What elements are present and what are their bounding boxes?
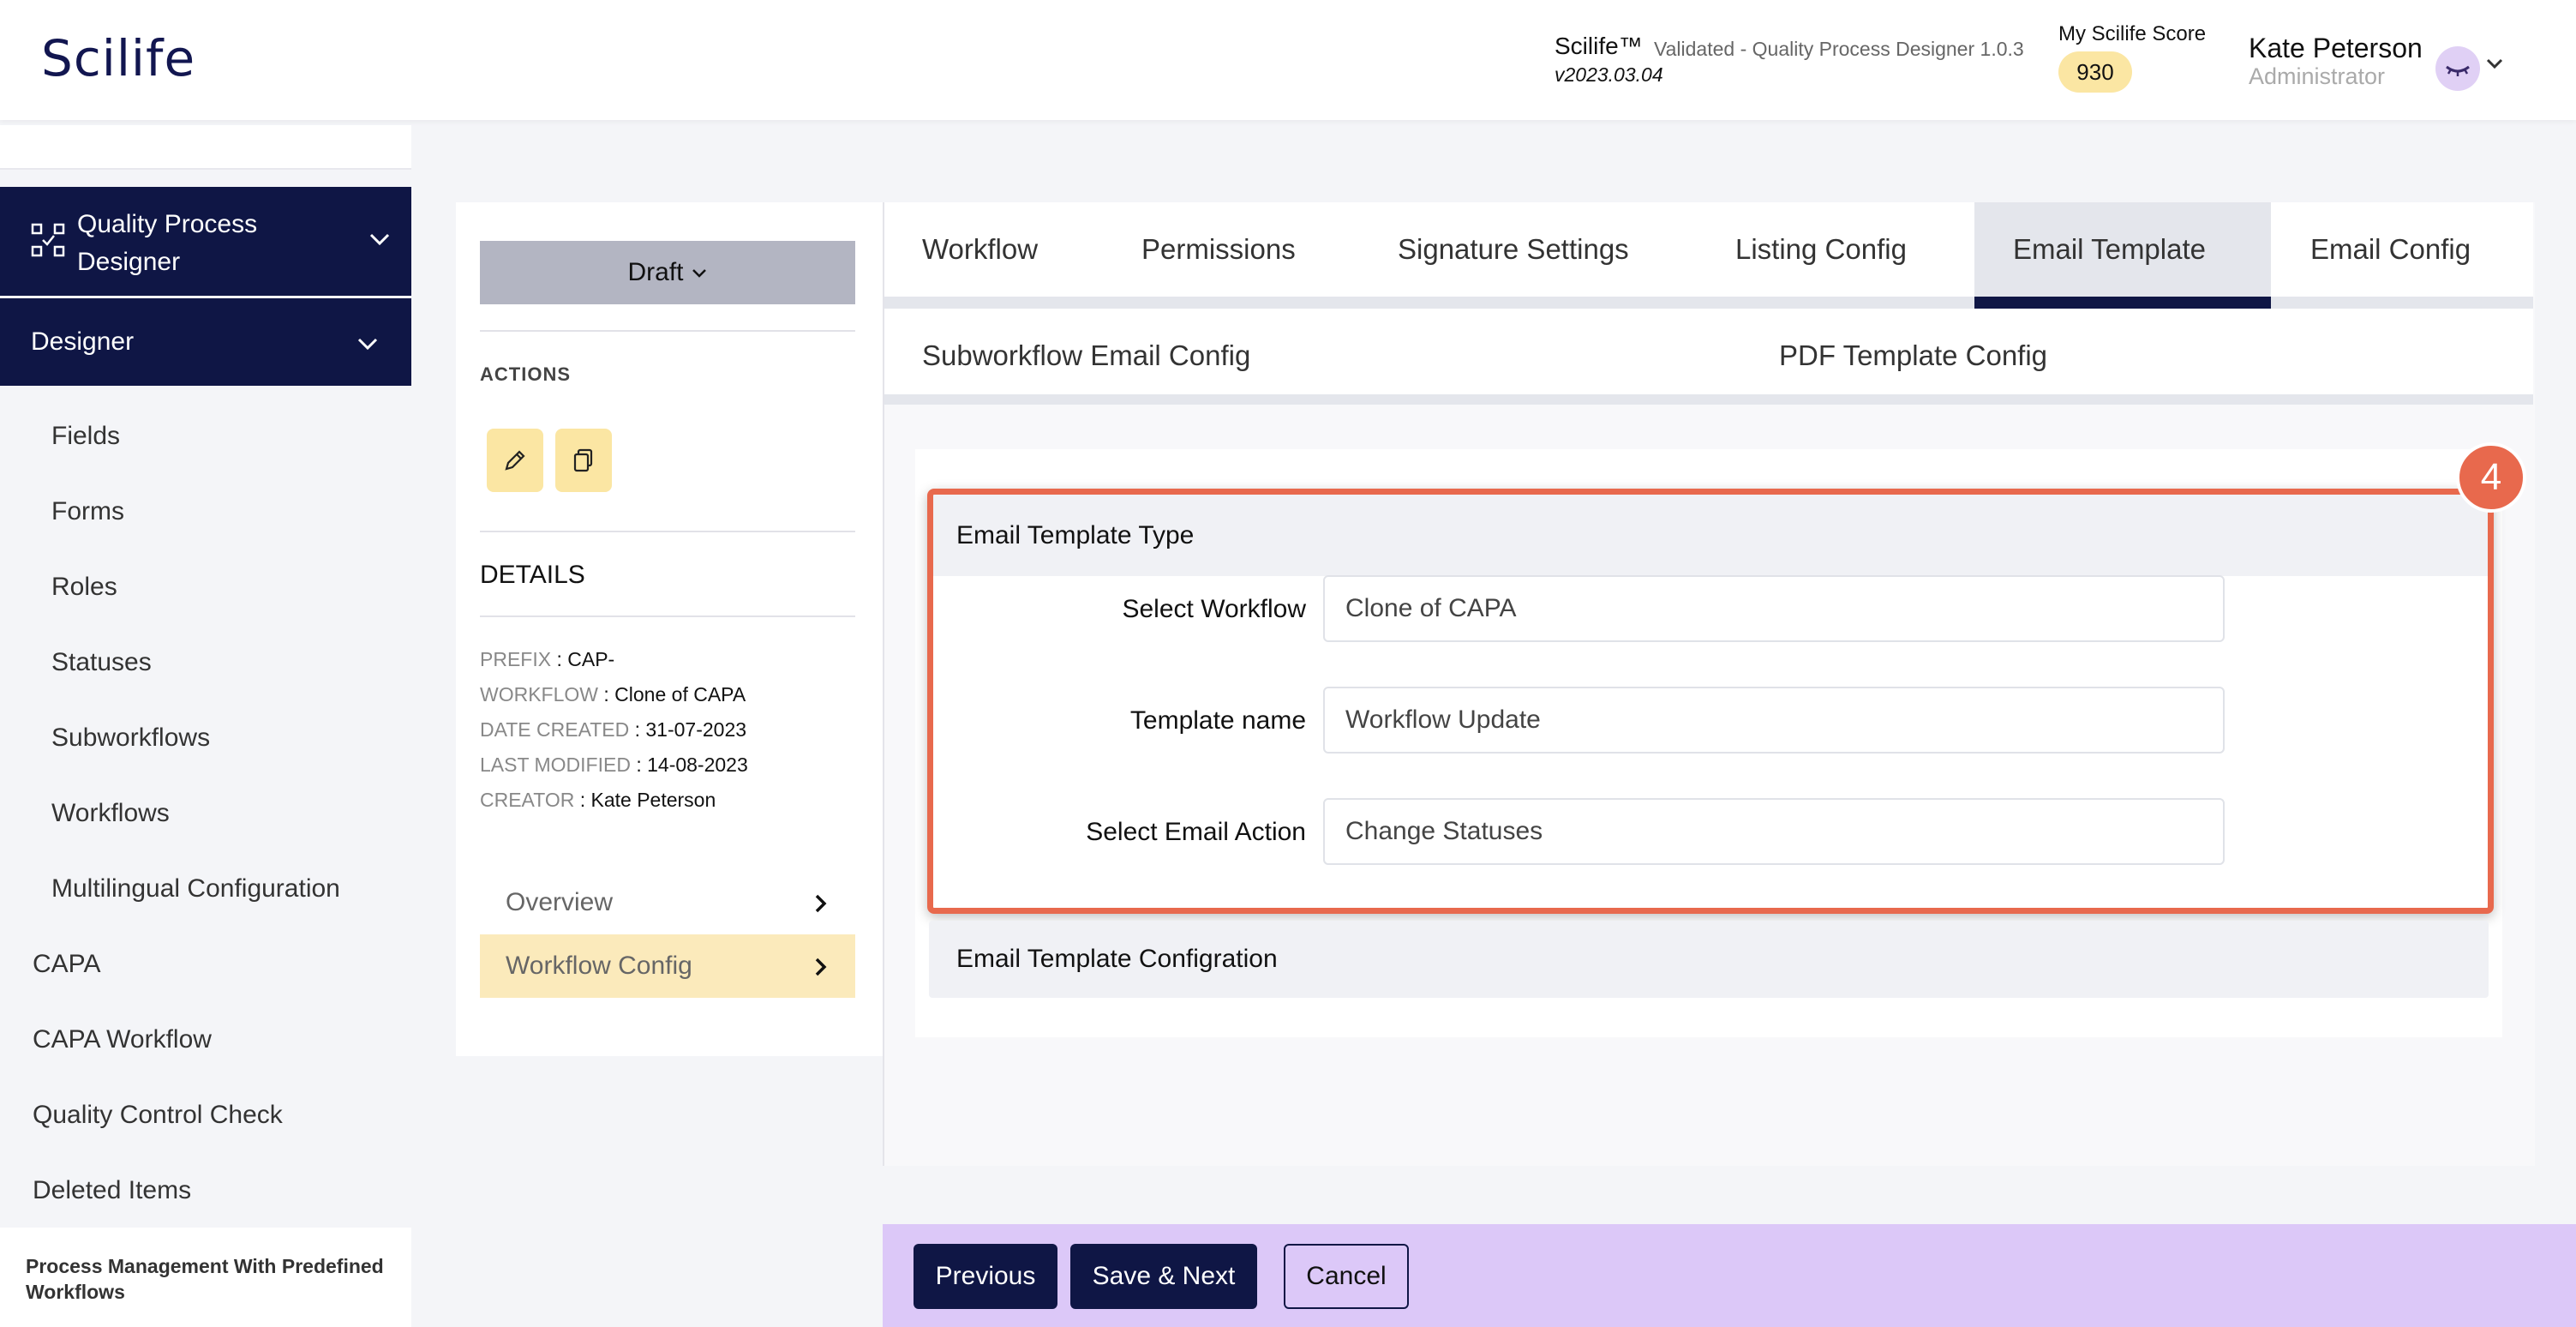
highlight-box (927, 489, 2494, 914)
details-heading: DETAILS (480, 561, 585, 589)
eye-icon (2446, 65, 2470, 76)
tab-signature-settings[interactable]: Signature Settings (1398, 233, 1629, 266)
sidebar-item-capa-workflow[interactable]: CAPA Workflow (33, 1025, 212, 1054)
sidebar-section-designer[interactable]: Designer (0, 298, 411, 386)
active-tab-indicator (1974, 297, 2271, 309)
detail-workflow: WORKFLOW : Clone of CAPA (480, 683, 746, 706)
nav-item-label: Overview (506, 888, 614, 916)
app-name: Scilife™ (1555, 33, 1643, 59)
detail-key: WORKFLOW (480, 683, 598, 706)
avatar[interactable] (2435, 46, 2480, 91)
user-role: Administrator (2249, 63, 2386, 89)
sidebar-item-workflows[interactable]: Workflows (51, 799, 170, 828)
chevron-down-icon[interactable] (2485, 57, 2504, 70)
sidebar-item-statuses[interactable]: Statuses (51, 648, 152, 677)
email-template-configuration-title: Email Template Configration (956, 945, 1278, 973)
pencil-icon (505, 450, 525, 471)
tabs-underline (884, 297, 2533, 309)
sidebar-footer: Process Management With Predefined Workf… (0, 1228, 411, 1327)
edit-button[interactable] (487, 429, 543, 492)
status-dropdown[interactable]: Draft (480, 241, 855, 304)
app-validated-label: Validated - Quality Process Designer 1.0… (1654, 38, 2024, 60)
sidebar-item-subworkflows[interactable]: Subworkflows (51, 724, 210, 753)
tab-permissions[interactable]: Permissions (1141, 233, 1296, 266)
actions-heading: ACTIONS (480, 363, 571, 385)
detail-key: CREATOR (480, 789, 575, 811)
detail-last-modified: LAST MODIFIED : 14-08-2023 (480, 754, 748, 776)
score-label: My Scilife Score (2058, 22, 2207, 45)
step-badge: 4 (2456, 442, 2526, 513)
sidebar-item-forms[interactable]: Forms (51, 497, 124, 526)
detail-creator: CREATOR : Kate Peterson (480, 789, 716, 811)
sidebar-item-capa[interactable]: CAPA (33, 950, 100, 979)
scilife-logo[interactable]: Scilife (41, 29, 195, 87)
user-name[interactable]: Kate Peterson (2249, 33, 2423, 64)
detail-prefix: PREFIX : CAP- (480, 648, 615, 670)
detail-key: LAST MODIFIED (480, 754, 631, 776)
nav-item-overview[interactable]: Overview (480, 871, 855, 934)
score-badge[interactable]: 930 (2058, 51, 2132, 93)
nav-item-workflow-config[interactable]: Workflow Config (480, 934, 855, 998)
detail-value: CAP- (567, 648, 615, 670)
tab-listing-config[interactable]: Listing Config (1735, 233, 1907, 266)
detail-value: Clone of CAPA (614, 683, 746, 706)
tab-subworkflow-email-config[interactable]: Subworkflow Email Config (922, 339, 1250, 372)
detail-value: 31-07-2023 (645, 718, 747, 741)
sidebar-item-roles[interactable]: Roles (51, 573, 117, 602)
status-label: Draft (627, 258, 684, 286)
copy-icon (573, 448, 593, 472)
sidebar-search-area (0, 125, 411, 170)
divider (480, 531, 855, 532)
detail-key: DATE CREATED (480, 718, 630, 741)
save-next-button[interactable]: Save & Next (1070, 1244, 1257, 1309)
copy-button[interactable] (555, 429, 612, 492)
app-version: v2023.03.04 (1555, 63, 1663, 86)
chevron-down-icon (357, 338, 378, 351)
previous-button[interactable]: Previous (914, 1244, 1057, 1309)
chevron-right-icon (815, 958, 827, 976)
detail-key: PREFIX (480, 648, 552, 670)
tabs-bar (884, 202, 2533, 309)
chevron-right-icon (815, 894, 827, 913)
sidebar-section-label: Designer (31, 327, 135, 356)
tab-workflow[interactable]: Workflow (922, 233, 1038, 266)
tab-email-template[interactable]: Email Template (2013, 233, 2206, 266)
tab-pdf-template-config[interactable]: PDF Template Config (1779, 339, 2047, 372)
sidebar-item-fields[interactable]: Fields (51, 422, 120, 451)
top-header (0, 0, 2576, 120)
divider (480, 330, 855, 332)
workflow-icon (31, 223, 65, 257)
sidebar-module-quality-process-designer[interactable]: Quality Process Designer (0, 187, 411, 296)
sidebar-module-label: Quality Process Designer (77, 210, 258, 276)
sidebar-item-quality-control-check[interactable]: Quality Control Check (33, 1101, 283, 1130)
detail-date-created: DATE CREATED : 31-07-2023 (480, 718, 747, 741)
tab-email-config[interactable]: Email Config (2310, 233, 2471, 266)
sidebar-item-multilingual-configuration[interactable]: Multilingual Configuration (51, 874, 340, 904)
nav-item-label: Workflow Config (506, 952, 692, 980)
detail-value: Kate Peterson (590, 789, 716, 811)
divider (480, 615, 855, 617)
sidebar-item-deleted-items[interactable]: Deleted Items (33, 1176, 191, 1205)
chevron-down-icon (369, 233, 390, 246)
sidebar-footer-text: Process Management With Predefined Workf… (26, 1255, 384, 1303)
cancel-button[interactable]: Cancel (1284, 1244, 1409, 1309)
chevron-down-icon (692, 269, 706, 278)
detail-value: 14-08-2023 (647, 754, 748, 776)
